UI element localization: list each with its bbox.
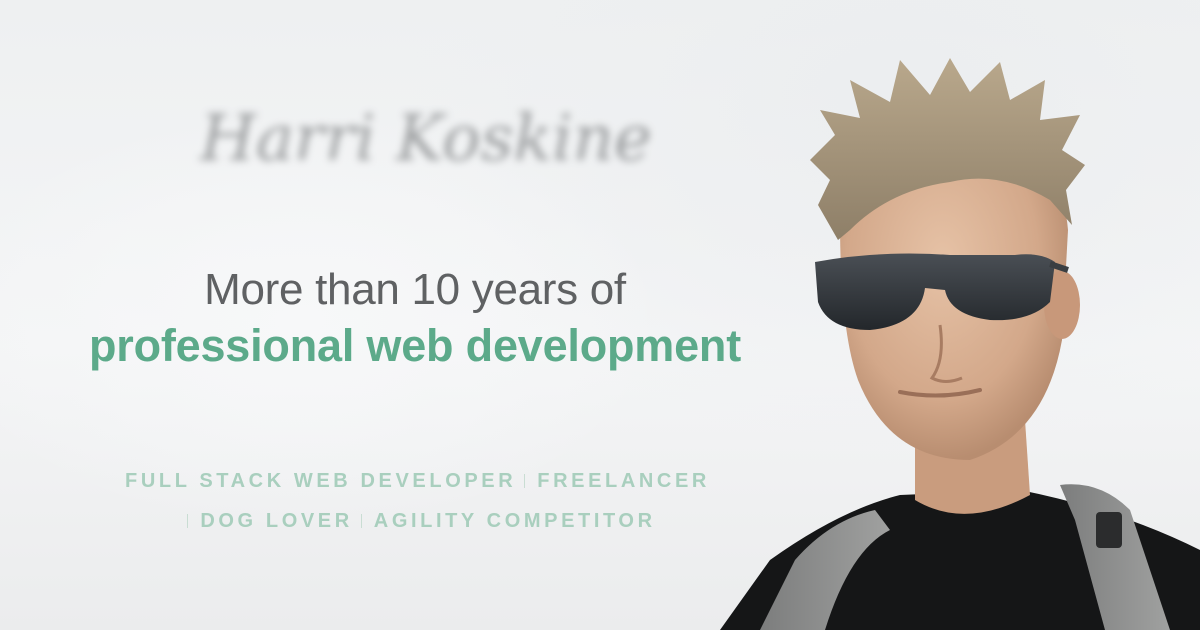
role-separator bbox=[524, 474, 526, 488]
role-full-stack: FULL STACK WEB DEVELOPER bbox=[125, 470, 517, 492]
strap-buckle bbox=[1096, 512, 1122, 548]
signature-text: Harri Koskinen bbox=[199, 102, 650, 176]
role-dog-lover: DOG LOVER bbox=[200, 510, 353, 532]
role-agility: AGILITY COMPETITOR bbox=[373, 510, 656, 532]
role-separator bbox=[360, 514, 362, 528]
role-separator bbox=[187, 514, 189, 528]
banner: Harri Koskinen More than 10 years of pro… bbox=[0, 0, 1200, 630]
signature-logo: Harri Koskinen bbox=[199, 102, 650, 176]
role-freelancer: FREELANCER bbox=[537, 470, 710, 492]
portrait-photo bbox=[720, 58, 1200, 630]
